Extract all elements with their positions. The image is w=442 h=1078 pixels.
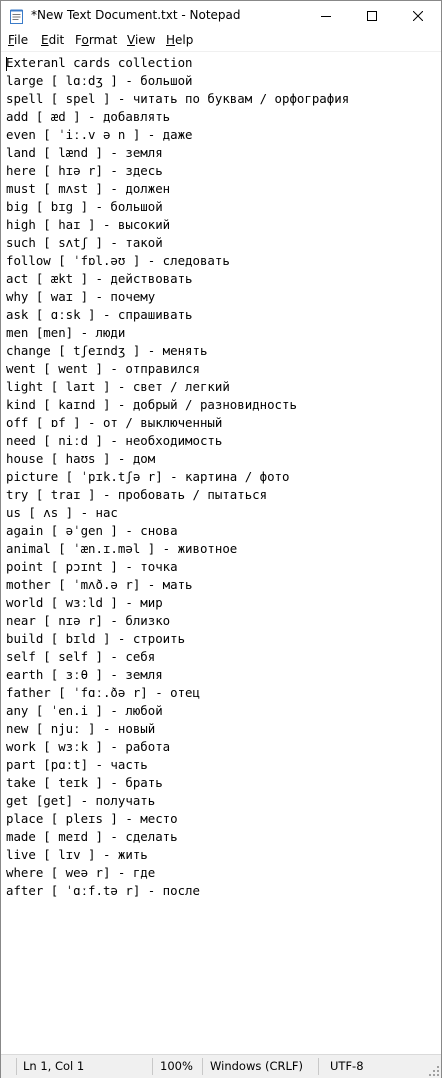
maximize-icon	[367, 11, 377, 21]
status-encoding: UTF-8	[330, 1059, 364, 1073]
text-line: change [ tʃeɪndʒ ] - менять	[6, 343, 208, 358]
text-line: must [ mʌst ] - должен	[6, 181, 171, 196]
text-line: high [ haɪ ] - высокий	[6, 217, 171, 232]
status-bar: Ln 1, Col 1 100% Windows (CRLF) UTF-8	[1, 1054, 441, 1078]
text-line: act [ ækt ] - действовать	[6, 271, 193, 286]
minimize-icon	[321, 16, 331, 17]
menu-file[interactable]: File	[8, 33, 28, 47]
text-line: self [ self ] - себя	[6, 649, 156, 664]
text-line: earth [ ɜːθ ] - земля	[6, 667, 163, 682]
maximize-button[interactable]	[349, 1, 395, 31]
resize-grip-icon[interactable]	[429, 1066, 439, 1076]
text-line: light [ laɪt ] - свет / легкий	[6, 379, 230, 394]
text-line: near [ nɪə r] - близко	[6, 613, 171, 628]
text-editor-area[interactable]: Exteranl cards collection large [ lɑːdʒ ]…	[1, 51, 441, 1054]
text-line: land [ lænd ] - земля	[6, 145, 163, 160]
text-line: work [ wɜːk ] - работа	[6, 739, 171, 754]
status-separator	[318, 1058, 319, 1075]
menu-help-hotkey: H	[166, 33, 176, 47]
minimize-button[interactable]	[303, 1, 349, 31]
text-line: build [ bɪld ] - строить	[6, 631, 186, 646]
text-line: world [ wɜːld ] - мир	[6, 595, 163, 610]
text-line: part [pɑːt] - часть	[6, 757, 148, 772]
text-line: here [ hɪə r] - здесь	[6, 163, 163, 178]
text-line: take [ teɪk ] - брать	[6, 775, 163, 790]
text-line: went [ went ] - отправился	[6, 361, 200, 376]
text-line: off [ ɒf ] - от / выключенный	[6, 415, 223, 430]
menu-edit-label: dit	[48, 33, 65, 47]
text-line: place [ pleɪs ] - место	[6, 811, 178, 826]
close-button[interactable]	[395, 1, 441, 31]
text-content: Exteranl cards collection large [ lɑːdʒ ]…	[6, 54, 349, 900]
notepad-icon	[10, 9, 23, 24]
status-zoom: 100%	[160, 1059, 193, 1073]
menu-edit-hotkey: E	[41, 33, 49, 47]
text-line: need [ niːd ] - необходимость	[6, 433, 223, 448]
text-line: add [ æd ] - добавлять	[6, 109, 171, 124]
text-line: get [get] - получать	[6, 793, 156, 808]
text-line: animal [ ˈæn.ɪ.məl ] - животное	[6, 541, 238, 556]
text-line: kind [ kaɪnd ] - добрый / разновидность	[6, 397, 297, 412]
text-line: any [ ˈen.i ] - любой	[6, 703, 163, 718]
text-line: large [ lɑːdʒ ] - большой	[6, 73, 193, 88]
window-title: *New Text Document.txt - Notepad	[31, 8, 241, 22]
text-line: point [ pɔɪnt ] - точка	[6, 559, 178, 574]
text-line: even [ ˈiː.v ə n ] - даже	[6, 127, 193, 142]
menu-bar: File Edit Format View Help	[1, 31, 441, 50]
menu-format[interactable]: Format	[75, 33, 117, 47]
text-line: ask [ ɑːsk ] - спрашивать	[6, 307, 193, 322]
text-line: why [ waɪ ] - почему	[6, 289, 156, 304]
status-separator	[202, 1058, 203, 1075]
text-line: us [ ʌs ] - нас	[6, 505, 118, 520]
text-line: made [ meɪd ] - сделать	[6, 829, 178, 844]
menu-format-label: rmat	[88, 33, 118, 47]
text-line: again [ əˈgen ] - снова	[6, 523, 178, 538]
notepad-window: *New Text Document.txt - Notepad File Ed…	[0, 0, 442, 1078]
text-line: mother [ ˈmʌð.ə r] - мать	[6, 577, 193, 592]
text-line: try [ traɪ ] - пробовать / пытаться	[6, 487, 268, 502]
text-line: big [ bɪg ] - большой	[6, 199, 163, 214]
status-separator	[16, 1058, 17, 1075]
text-line: where [ weə r] - где	[6, 865, 156, 880]
text-line: spell [ spel ] - читать по буквам / орфо…	[6, 91, 350, 106]
menu-edit[interactable]: Edit	[41, 33, 64, 47]
menu-format-hotkey: o	[81, 33, 89, 47]
text-caret	[6, 57, 7, 71]
text-line: new [ njuː ] - новый	[6, 721, 156, 736]
text-line: Exteranl cards collection	[6, 55, 193, 70]
menu-view-hotkey: V	[127, 33, 135, 47]
text-line: follow [ ˈfɒl.əʊ ] - следовать	[6, 253, 230, 268]
status-cursor-position: Ln 1, Col 1	[23, 1059, 85, 1073]
text-line: father [ ˈfɑː.ðə r] - отец	[6, 685, 200, 700]
text-line: live [ lɪv ] - жить	[6, 847, 148, 862]
text-line: house [ haʊs ] - дом	[6, 451, 156, 466]
menu-help-label: elp	[175, 33, 194, 47]
menu-help[interactable]: Help	[166, 33, 193, 47]
text-line: men [men] - люди	[6, 325, 126, 340]
status-line-ending: Windows (CRLF)	[210, 1059, 304, 1073]
menu-view-label: iew	[134, 33, 156, 47]
menu-view[interactable]: View	[127, 33, 155, 47]
text-line: picture [ ˈpɪk.tʃə r] - картина / фото	[6, 469, 290, 484]
close-icon	[413, 11, 423, 21]
title-bar[interactable]: *New Text Document.txt - Notepad	[1, 1, 441, 31]
text-line: such [ sʌtʃ ] - такой	[6, 235, 163, 250]
menu-file-label: ile	[14, 33, 29, 47]
status-separator	[152, 1058, 153, 1075]
text-line: after [ ˈɑːf.tə r] - после	[6, 883, 200, 898]
